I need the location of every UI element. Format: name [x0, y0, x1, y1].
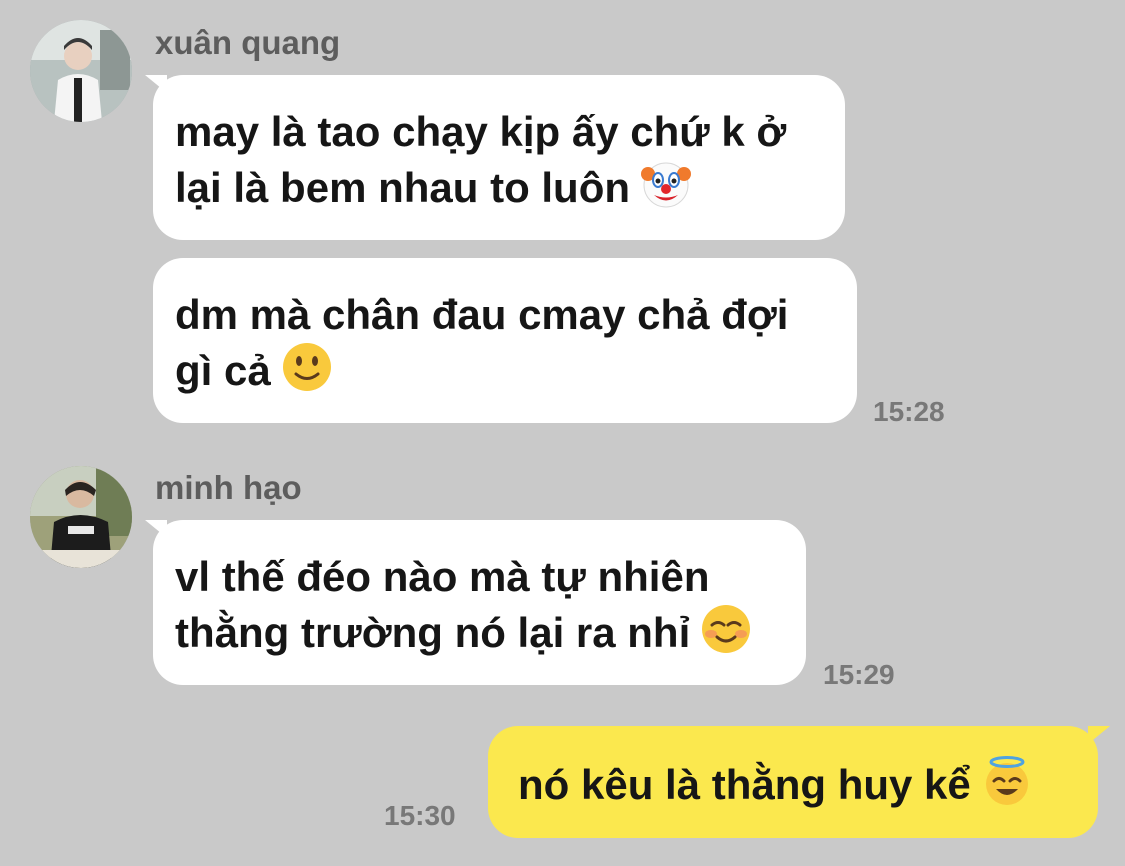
bubble-tail	[145, 75, 167, 93]
slightly-smiling-face-emoji	[282, 343, 331, 391]
person-photo-icon	[30, 20, 132, 122]
message-line: gì cả	[175, 347, 271, 394]
avatar-xuan-quang[interactable]	[30, 20, 132, 122]
message-bubble[interactable]: may là tao chạy kịp ấy chứ k ở lại là be…	[153, 75, 845, 240]
message-text: dm mà chân đau cmay chả đợi gì cả	[175, 288, 835, 397]
message-line: may là tao chạy kịp ấy chứ k ở	[175, 108, 787, 155]
clown-face-emoji	[641, 162, 692, 208]
message-text: may là tao chạy kịp ấy chứ k ở lại là be…	[175, 105, 823, 214]
message-text: vl thế đéo nào mà tự nhiên thằng trường …	[175, 550, 784, 659]
message-line: vl thế đéo nào mà tự nhiên	[175, 553, 710, 600]
avatar-minh-hao[interactable]	[30, 466, 132, 568]
message-line: lại là bem nhau to luôn	[175, 164, 631, 211]
bubble-tail	[1088, 726, 1110, 744]
message-bubble[interactable]: dm mà chân đau cmay chả đợi gì cả	[153, 258, 857, 423]
message-line: nó kêu là thằng huy kể	[518, 761, 971, 808]
message-line: dm mà chân đau cmay chả đợi	[175, 291, 789, 338]
message-bubble-outgoing[interactable]: nó kêu là thằng huy kể	[488, 726, 1098, 838]
message-bubble[interactable]: vl thế đéo nào mà tự nhiên thằng trường …	[153, 520, 806, 685]
bubble-tail	[145, 520, 167, 538]
sender-name: minh hạo	[155, 469, 302, 506]
message-timestamp: 15:29	[823, 659, 895, 690]
message-line: thằng trường nó lại ra nhỉ	[175, 609, 691, 656]
message-timestamp: 15:30	[384, 800, 456, 831]
message-text: nó kêu là thằng huy kể	[518, 755, 1076, 811]
sender-name: xuân quang	[155, 24, 341, 61]
halo-face-emoji	[985, 756, 1028, 805]
message-timestamp: 15:28	[873, 396, 945, 427]
person-photo-icon	[30, 466, 132, 568]
smiling-face-emoji	[702, 605, 751, 653]
